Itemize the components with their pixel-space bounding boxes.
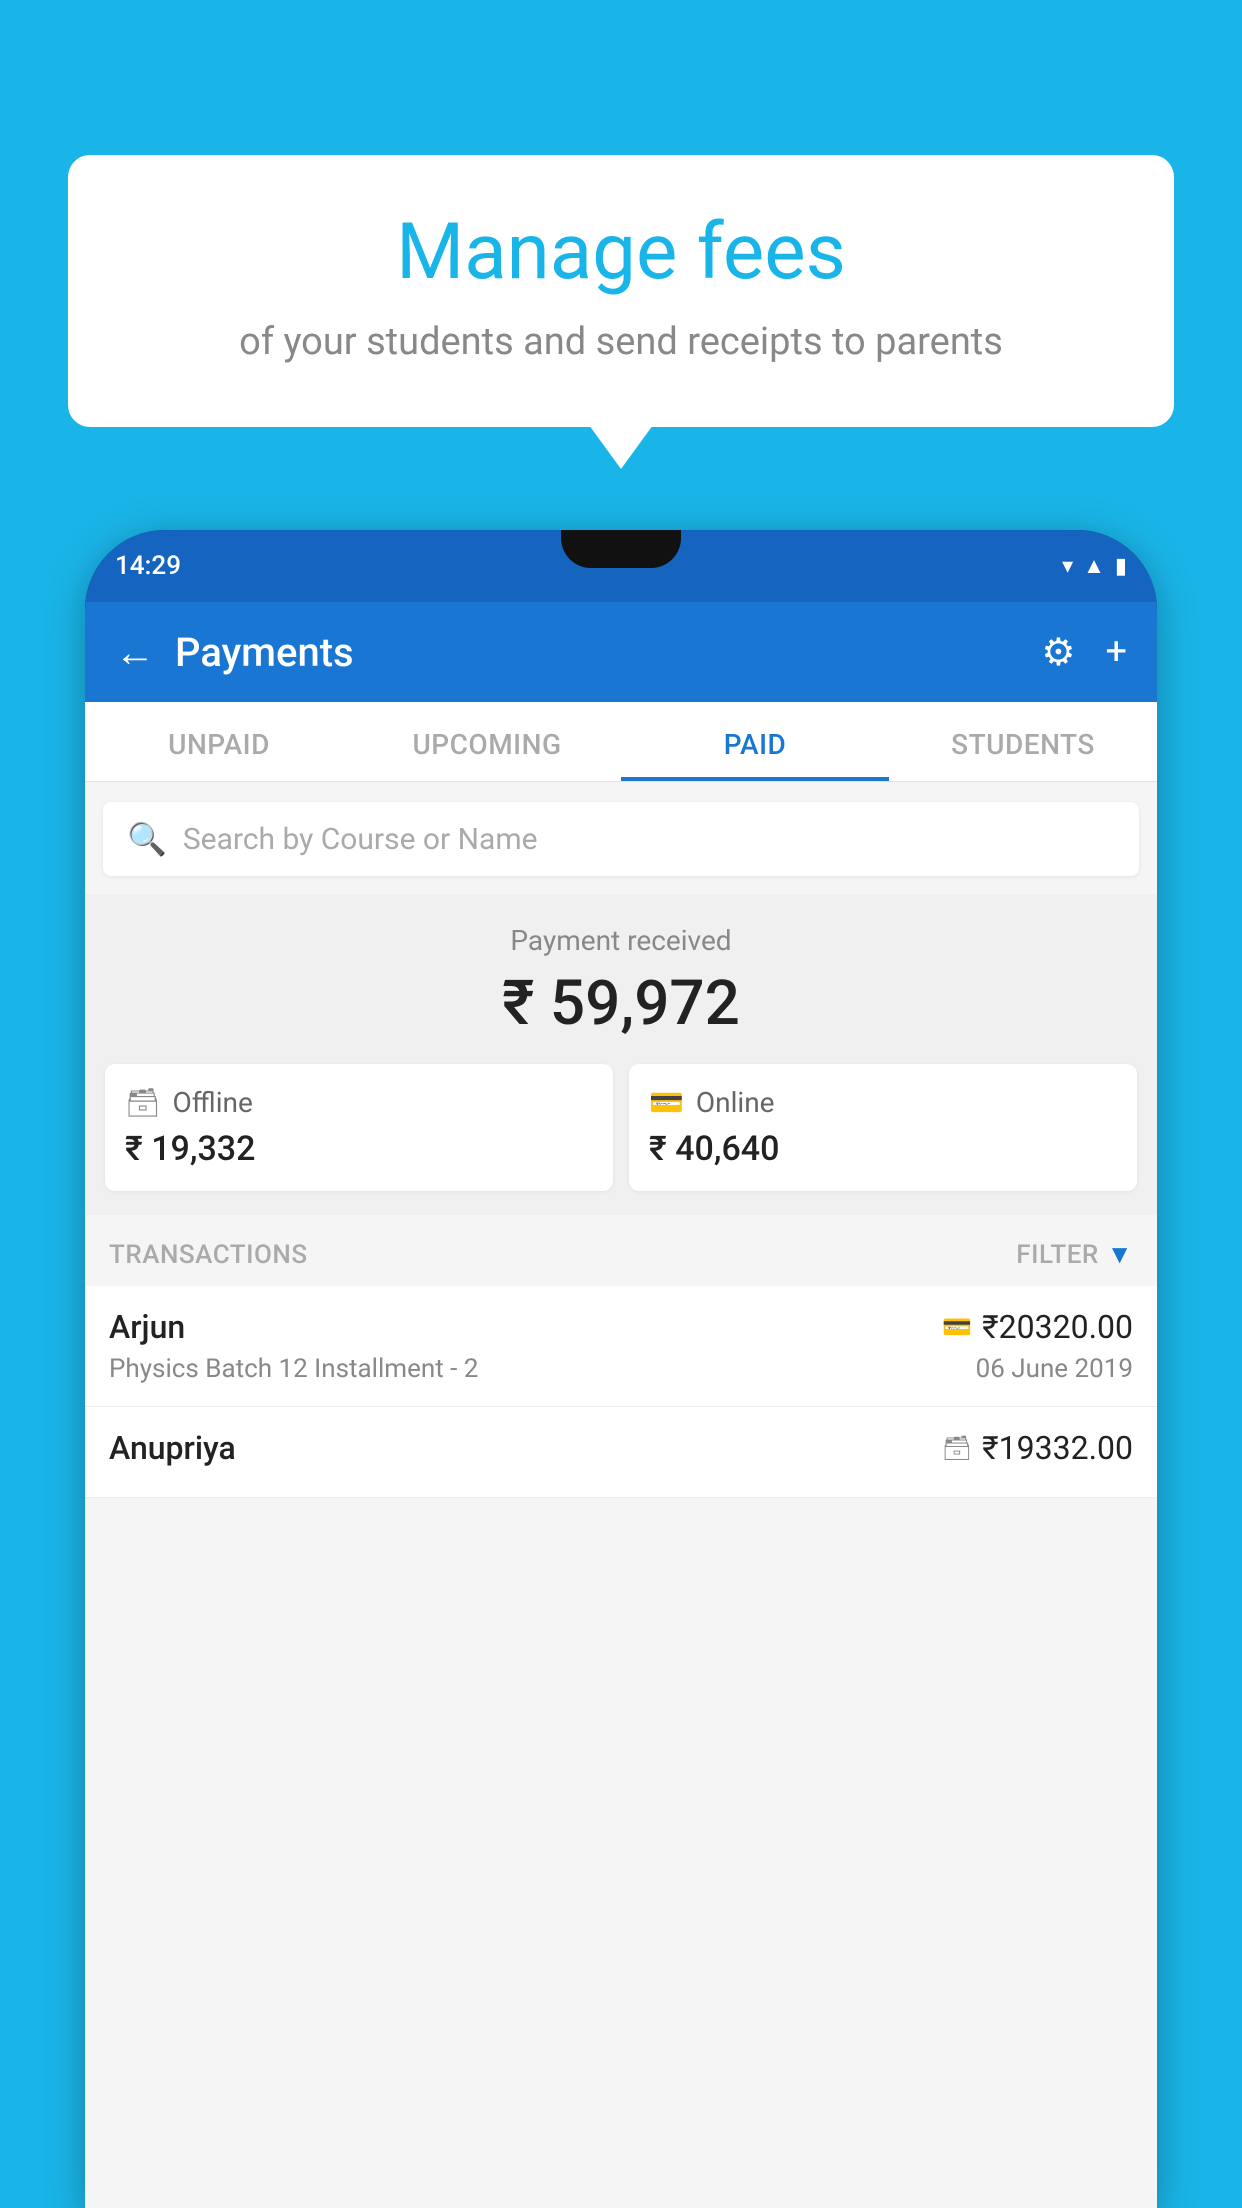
tab-paid[interactable]: PAID [621,702,889,781]
filter-label: FILTER [1016,1240,1098,1270]
transaction-amount-row: 🗃 ₹19332.00 [942,1429,1133,1467]
transactions-header: TRANSACTIONS FILTER ▼ [85,1215,1157,1286]
tab-upcoming[interactable]: UPCOMING [353,702,621,781]
transactions-label: TRANSACTIONS [109,1240,308,1270]
status-time: 14:29 [115,551,181,581]
bubble-title: Manage fees [128,210,1114,296]
app-bar: ← Payments ⚙ + [85,602,1157,702]
offline-label: Offline [173,1086,253,1119]
online-card: 💳 Online ₹ 40,640 [629,1064,1137,1191]
filter-icon: ▼ [1107,1239,1133,1270]
status-icons: ▾ ▲ ▮ [1062,553,1127,579]
transaction-row-bottom: Physics Batch 12 Installment - 2 06 June… [109,1354,1133,1384]
online-card-top: 💳 Online [649,1086,1117,1119]
tabs-bar: UNPAID UPCOMING PAID STUDENTS [85,702,1157,782]
search-icon: 🔍 [127,820,167,858]
battery-icon: ▮ [1115,554,1127,579]
tab-unpaid[interactable]: UNPAID [85,702,353,781]
transaction-date: 06 June 2019 [976,1354,1133,1384]
filter-button[interactable]: FILTER ▼ [1016,1239,1133,1270]
app-bar-title: Payments [175,629,1021,676]
cash-payment-icon: 🗃 [942,1434,972,1462]
transaction-amount: ₹19332.00 [982,1429,1133,1467]
bubble-subtitle: of your students and send receipts to pa… [128,318,1114,367]
speech-bubble: Manage fees of your students and send re… [68,155,1174,427]
back-icon: ← [115,629,155,676]
offline-card: 🗃 Offline ₹ 19,332 [105,1064,613,1191]
phone-content: 🔍 Search by Course or Name Payment recei… [85,782,1157,2208]
card-payment-icon: 💳 [942,1313,972,1341]
search-bar[interactable]: 🔍 Search by Course or Name [103,802,1139,876]
transaction-amount: ₹20320.00 [982,1308,1133,1346]
phone-frame: 14:29 ▾ ▲ ▮ ← Payments ⚙ + UNPAID UPCOMI… [85,530,1157,2208]
add-icon[interactable]: + [1105,630,1127,674]
transaction-course: Physics Batch 12 Installment - 2 [109,1354,478,1384]
tab-students[interactable]: STUDENTS [889,702,1157,781]
transaction-item[interactable]: Arjun 💳 ₹20320.00 Physics Batch 12 Insta… [85,1286,1157,1407]
back-button[interactable]: ← [115,629,155,676]
transaction-row-top: Arjun 💳 ₹20320.00 [109,1308,1133,1346]
payment-summary: Payment received ₹ 59,972 🗃 Offline ₹ 19… [85,894,1157,1215]
online-label: Online [696,1086,775,1119]
speech-bubble-container: Manage fees of your students and send re… [68,155,1174,427]
search-placeholder: Search by Course or Name [183,822,538,857]
transaction-item[interactable]: Anupriya 🗃 ₹19332.00 [85,1407,1157,1498]
transaction-amount-row: 💳 ₹20320.00 [942,1308,1133,1346]
payment-total-amount: ₹ 59,972 [105,967,1137,1040]
settings-icon[interactable]: ⚙ [1041,630,1075,675]
app-bar-actions: ⚙ + [1041,630,1127,675]
offline-card-top: 🗃 Offline [125,1086,593,1119]
notch [561,530,681,568]
wifi-icon: ▾ [1062,554,1073,579]
signal-icon: ▲ [1083,553,1105,579]
transaction-row-top: Anupriya 🗃 ₹19332.00 [109,1429,1133,1467]
online-amount: ₹ 40,640 [649,1129,1117,1169]
offline-amount: ₹ 19,332 [125,1129,593,1169]
payment-received-label: Payment received [105,924,1137,957]
offline-icon: 🗃 [125,1086,161,1119]
transaction-name: Arjun [109,1308,185,1346]
online-icon: 💳 [649,1086,684,1119]
transaction-name: Anupriya [109,1429,236,1467]
status-bar: 14:29 ▾ ▲ ▮ [85,530,1157,602]
payment-cards: 🗃 Offline ₹ 19,332 💳 Online ₹ 40,640 [105,1064,1137,1191]
